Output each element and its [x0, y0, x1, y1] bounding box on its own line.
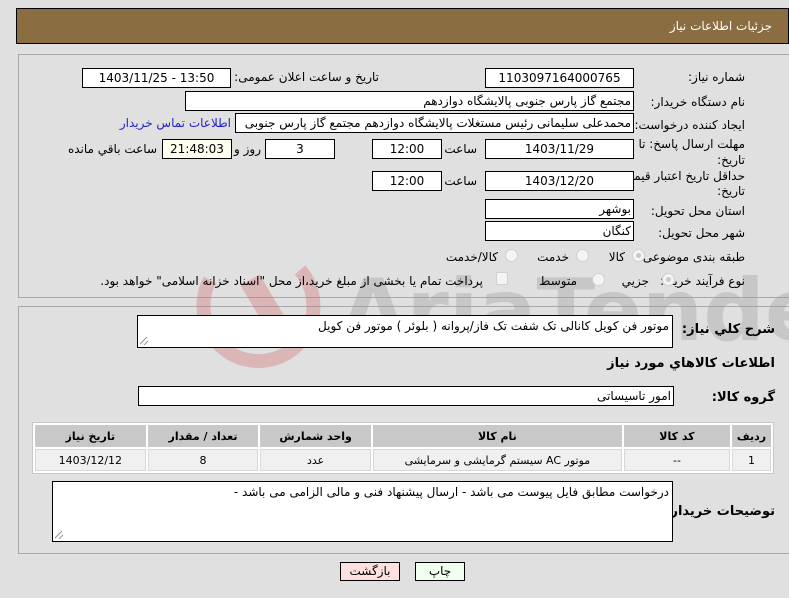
buyer-notes-textarea[interactable]: درخواست مطابق فایل پیوست می باشد - ارسال…	[52, 481, 673, 542]
category-radio-goods[interactable]	[632, 249, 645, 262]
category-label: طبقه بندی موضوعی:	[638, 250, 745, 264]
table-row: 1 -- موتور AC سیستم گرمایشی و سرمایشی عد…	[35, 449, 771, 471]
cell-item-code: --	[623, 449, 731, 471]
page-title: جزئیات اطلاعات نیاز	[669, 19, 772, 33]
need-number-label: شماره نیاز:	[688, 70, 745, 84]
page-header: جزئیات اطلاعات نیاز	[16, 8, 789, 44]
back-button[interactable]: بازگشت	[340, 562, 400, 581]
items-table: ردیف کد کالا نام کالا واحد شمارش تعداد /…	[32, 422, 774, 474]
province-field: بوشهر	[485, 199, 634, 219]
buyer-notes-label: توضیحات خریدار:	[665, 504, 775, 519]
city-label: شهر محل تحویل:	[658, 226, 745, 240]
creator-label: ایجاد کننده درخواست:	[634, 118, 745, 132]
cell-need-date: 1403/12/12	[35, 449, 146, 471]
reply-date-field: 1403/11/29	[485, 139, 634, 159]
price-validity-label-2: تاریخ:	[717, 184, 745, 198]
category-radio-goods-service[interactable]	[505, 249, 518, 262]
need-number-field: 1103097164000765	[485, 68, 634, 88]
category-option-goods-service: کالا/خدمت	[445, 250, 498, 264]
resize-grip-icon[interactable]	[140, 337, 148, 345]
category-radio-service[interactable]	[576, 249, 589, 262]
days-label: روز و	[234, 142, 261, 156]
announce-date-label: تاریخ و ساعت اعلان عمومی:	[234, 70, 379, 84]
price-validity-date-field: 1403/12/20	[485, 171, 634, 191]
cell-quantity: 8	[147, 449, 259, 471]
category-option-goods: کالا	[608, 250, 625, 264]
treasury-checkbox[interactable]	[496, 272, 508, 285]
buyer-contact-link[interactable]: اطلاعات تماس خریدار	[120, 116, 231, 130]
summary-text: موتور فن کویل کانالی تک شفت تک فاز/پروان…	[318, 319, 669, 333]
goods-group-field: امور تاسیساتی	[138, 386, 674, 406]
process-radio-medium[interactable]	[592, 273, 605, 286]
price-validity-time-field: 12:00	[372, 171, 442, 191]
reply-deadline-label-2: تاریخ:	[717, 153, 745, 167]
col-header-row-number: ردیف	[732, 425, 771, 447]
resize-grip-icon[interactable]	[55, 531, 63, 539]
reply-deadline-label: مهلت ارسال پاسخ: تا	[638, 137, 745, 151]
remaining-time-field: 21:48:03	[162, 139, 232, 159]
process-radio-minor[interactable]	[662, 273, 675, 286]
col-header-quantity: تعداد / مقدار	[147, 425, 259, 447]
province-label: استان محل تحویل:	[650, 204, 745, 218]
cell-unit: عدد	[260, 449, 371, 471]
print-button[interactable]: چاپ	[415, 562, 465, 581]
reply-time-field: 12:00	[372, 139, 442, 159]
price-validity-time-label: ساعت	[444, 174, 477, 188]
process-option-medium: متوسط	[539, 274, 577, 288]
col-header-need-date: تاریخ نیاز	[35, 425, 146, 447]
buyer-org-label: نام دستگاه خریدار:	[650, 95, 746, 109]
process-option-minor: جزیي	[621, 274, 649, 288]
col-header-unit: واحد شمارش	[260, 425, 371, 447]
creator-field: محمدعلی سلیمانی رئیس مستغلات پالایشگاه د…	[235, 113, 634, 133]
reply-time-label: ساعت	[444, 142, 477, 156]
buyer-notes-text: درخواست مطابق فایل پیوست می باشد - ارسال…	[233, 485, 669, 499]
items-section-heading: اطلاعات کالاهاي مورد نیاز	[607, 356, 775, 371]
items-table-header-row: ردیف کد کالا نام کالا واحد شمارش تعداد /…	[35, 425, 771, 447]
col-header-item-name: نام کالا	[372, 425, 622, 447]
summary-label: شرح کلي نیاز:	[681, 322, 775, 337]
remaining-time-label: ساعت باقي مانده	[67, 142, 157, 156]
cell-row-number: 1	[732, 449, 771, 471]
summary-textarea[interactable]: موتور فن کویل کانالی تک شفت تک فاز/پروان…	[137, 315, 673, 348]
announce-date-field: 1403/11/25 - 13:50	[82, 68, 231, 88]
buyer-org-field: مجتمع گاز پارس جنوبی پالایشگاه دوازدهم	[185, 91, 634, 111]
days-remaining-field: 3	[265, 139, 335, 159]
col-header-item-code: کد کالا	[623, 425, 731, 447]
goods-group-label: گروه کالا:	[711, 390, 775, 405]
category-option-service: خدمت	[537, 250, 569, 264]
city-field: کنگان	[485, 221, 634, 241]
cell-item-name: موتور AC سیستم گرمایشی و سرمایشی	[372, 449, 622, 471]
treasury-note: پرداخت تمام یا بخشی از مبلغ خرید،از محل …	[100, 274, 483, 288]
